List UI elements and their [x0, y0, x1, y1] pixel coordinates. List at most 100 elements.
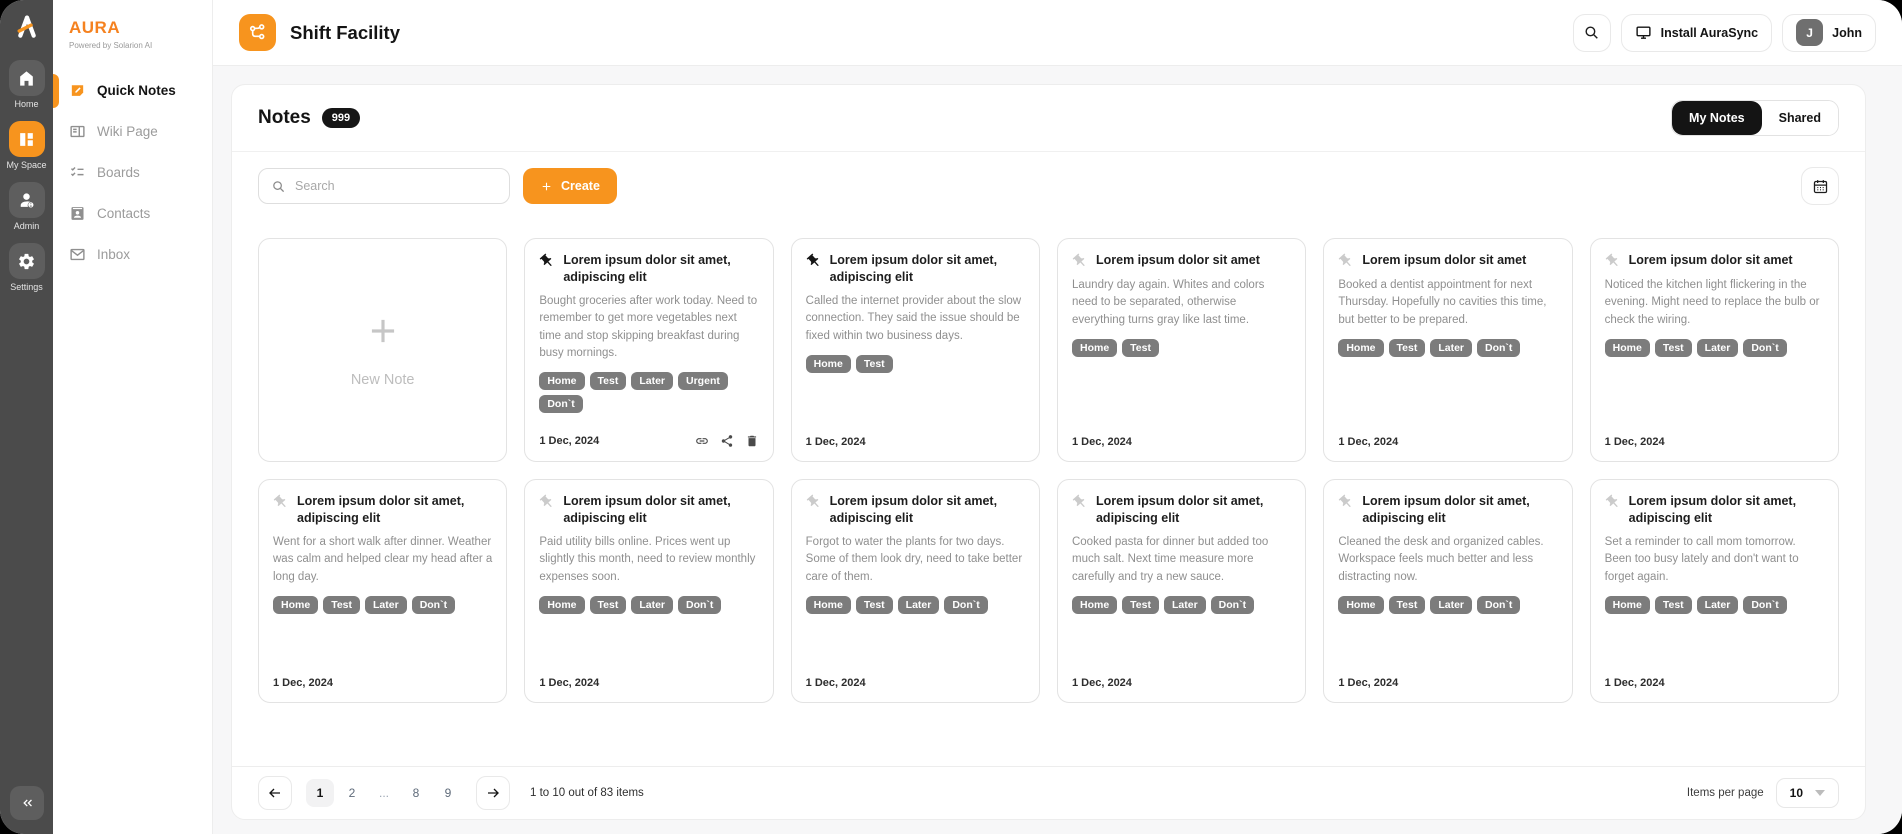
tag-pill[interactable]: Test — [590, 372, 627, 390]
tag-pill[interactable]: Don`t — [678, 596, 721, 614]
pin-icon[interactable] — [1072, 494, 1088, 510]
tag-pill[interactable]: Home — [539, 372, 584, 390]
new-note-card[interactable]: New Note — [258, 238, 507, 462]
tag-pill[interactable]: Home — [806, 355, 851, 373]
tag-pill[interactable]: Home — [1338, 339, 1383, 357]
tag-pill[interactable]: Home — [273, 596, 318, 614]
pin-icon[interactable] — [1605, 494, 1621, 510]
tag-pill[interactable]: Test — [1655, 596, 1692, 614]
tag-pill[interactable]: Don`t — [1477, 596, 1520, 614]
pin-icon[interactable] — [806, 253, 822, 269]
note-card[interactable]: Lorem ipsum dolor sit amet, adipiscing e… — [791, 479, 1040, 703]
page-button[interactable]: 2 — [338, 779, 366, 807]
pin-icon[interactable] — [1338, 494, 1354, 510]
install-aurasync-button[interactable]: Install AuraSync — [1621, 14, 1773, 52]
tag-pill[interactable]: Home — [806, 596, 851, 614]
next-page-button[interactable] — [476, 776, 510, 810]
tag-pill[interactable]: Later — [631, 596, 673, 614]
tag-pill[interactable]: Later — [365, 596, 407, 614]
note-date: 1 Dec, 2024 — [539, 435, 599, 447]
tag-pill[interactable]: Test — [856, 596, 893, 614]
note-body: Cooked pasta for dinner but added too mu… — [1072, 534, 1291, 586]
tag-pill[interactable]: Test — [1122, 339, 1159, 357]
items-per-page-select[interactable]: 10 — [1776, 778, 1839, 808]
tag-pill[interactable]: Home — [539, 596, 584, 614]
note-card[interactable]: Lorem ipsum dolor sit amet Booked a dent… — [1323, 238, 1572, 462]
tag-pill[interactable]: Later — [898, 596, 940, 614]
notes-toolbar: Create — [232, 152, 1865, 218]
rail-item-my-space[interactable]: My Space — [6, 121, 46, 170]
pin-icon[interactable] — [1605, 253, 1621, 269]
page-button[interactable]: 8 — [402, 779, 430, 807]
user-menu-button[interactable]: J John — [1782, 14, 1876, 52]
pin-icon[interactable] — [539, 494, 555, 510]
tag-pill[interactable]: Urgent — [678, 372, 728, 390]
notes-search[interactable] — [258, 168, 510, 204]
note-card[interactable]: Lorem ipsum dolor sit amet Noticed the k… — [1590, 238, 1839, 462]
tag-pill[interactable]: Home — [1072, 339, 1117, 357]
note-card[interactable]: Lorem ipsum dolor sit amet, adipiscing e… — [1323, 479, 1572, 703]
calendar-filter-button[interactable] — [1801, 167, 1839, 205]
sidebar-item-inbox[interactable]: Inbox — [53, 234, 212, 275]
tag-pill[interactable]: Home — [1072, 596, 1117, 614]
notes-search-input[interactable] — [295, 179, 497, 193]
rail-item-admin[interactable]: Admin — [9, 182, 45, 231]
tab-shared[interactable]: Shared — [1762, 101, 1838, 135]
rail-item-home[interactable]: Home — [9, 60, 45, 109]
tag-pill[interactable]: Later — [631, 372, 673, 390]
tag-pill[interactable]: Later — [1697, 339, 1739, 357]
aura-logo-icon[interactable] — [10, 10, 44, 44]
note-body: Paid utility bills online. Prices went u… — [539, 534, 758, 586]
pin-icon[interactable] — [806, 494, 822, 510]
note-card[interactable]: Lorem ipsum dolor sit amet Laundry day a… — [1057, 238, 1306, 462]
tag-pill[interactable]: Test — [590, 596, 627, 614]
pin-icon[interactable] — [273, 494, 289, 510]
tag-pill[interactable]: Don`t — [1743, 596, 1786, 614]
tag-pill[interactable]: Don`t — [1211, 596, 1254, 614]
tag-pill[interactable]: Later — [1430, 339, 1472, 357]
tag-pill[interactable]: Later — [1697, 596, 1739, 614]
tag-pill[interactable]: Home — [1605, 596, 1650, 614]
sidebar-item-boards[interactable]: Boards — [53, 152, 212, 193]
tag-pill[interactable]: Don`t — [944, 596, 987, 614]
pin-icon[interactable] — [539, 253, 555, 269]
note-card[interactable]: Lorem ipsum dolor sit amet, adipiscing e… — [1057, 479, 1306, 703]
link-icon[interactable] — [695, 434, 709, 448]
tag-pill[interactable]: Don`t — [1743, 339, 1786, 357]
sidebar-item-contacts[interactable]: Contacts — [53, 193, 212, 234]
create-note-button[interactable]: Create — [523, 168, 617, 204]
tag-pill[interactable]: Don`t — [539, 395, 582, 413]
note-body: Forgot to water the plants for two days.… — [806, 534, 1025, 586]
rail-item-settings[interactable]: Settings — [9, 243, 45, 292]
share-icon[interactable] — [720, 434, 734, 448]
tag-pill[interactable]: Test — [856, 355, 893, 373]
pin-icon[interactable] — [1338, 253, 1354, 269]
collapse-sidebar-button[interactable] — [10, 786, 44, 820]
header-search-button[interactable] — [1573, 14, 1611, 52]
tag-pill[interactable]: Home — [1338, 596, 1383, 614]
tag-pill[interactable]: Test — [1389, 339, 1426, 357]
tag-pill[interactable]: Home — [1605, 339, 1650, 357]
tag-pill[interactable]: Don`t — [1477, 339, 1520, 357]
note-card[interactable]: Lorem ipsum dolor sit amet, adipiscing e… — [524, 479, 773, 703]
tab-my-notes[interactable]: My Notes — [1672, 101, 1762, 135]
tag-pill[interactable]: Later — [1430, 596, 1472, 614]
note-card[interactable]: Lorem ipsum dolor sit amet, adipiscing e… — [258, 479, 507, 703]
pin-icon[interactable] — [1072, 253, 1088, 269]
trash-icon[interactable] — [745, 434, 759, 448]
prev-page-button[interactable] — [258, 776, 292, 810]
tag-pill[interactable]: Test — [1655, 339, 1692, 357]
tag-pill[interactable]: Later — [1164, 596, 1206, 614]
tag-pill[interactable]: Don`t — [412, 596, 455, 614]
note-card[interactable]: Lorem ipsum dolor sit amet, adipiscing e… — [791, 238, 1040, 462]
page-button[interactable]: 1 — [306, 779, 334, 807]
tag-pill[interactable]: Test — [1122, 596, 1159, 614]
sidebar-item-quick-notes[interactable]: Quick Notes — [53, 70, 212, 111]
note-card[interactable]: Lorem ipsum dolor sit amet, adipiscing e… — [1590, 479, 1839, 703]
page-button[interactable]: 9 — [434, 779, 462, 807]
tag-pill[interactable]: Test — [323, 596, 360, 614]
sidebar-item-wiki-page[interactable]: Wiki Page — [53, 111, 212, 152]
note-card[interactable]: Lorem ipsum dolor sit amet, adipiscing e… — [524, 238, 773, 462]
tag-pill[interactable]: Test — [1389, 596, 1426, 614]
note-body: Laundry day again. Whites and colors nee… — [1072, 277, 1291, 329]
